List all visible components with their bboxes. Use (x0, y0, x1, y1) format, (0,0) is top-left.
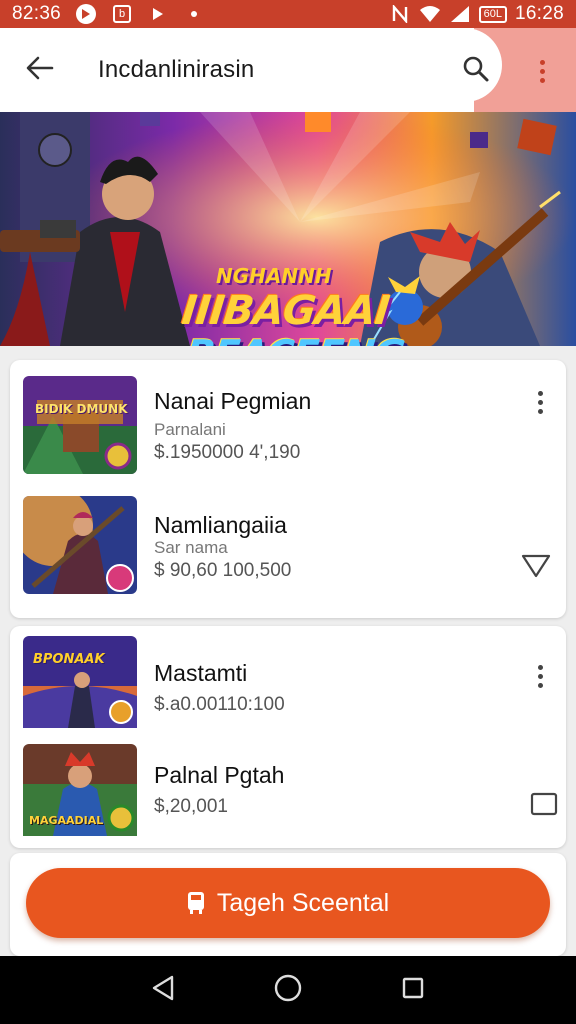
more-vert-icon (537, 664, 543, 688)
product-thumbnail[interactable]: BIDIK DMUNK (23, 376, 137, 474)
wifi-icon (419, 4, 441, 24)
nav-home-button[interactable] (268, 970, 308, 1010)
more-vert-icon (537, 390, 543, 414)
nav-back-icon (150, 974, 176, 1007)
item-menu-button[interactable] (522, 658, 558, 694)
system-nav-bar (0, 956, 576, 1024)
thumbnail-label: BIDIK DMUNK (35, 402, 128, 416)
product-subtitle: Parnalani (154, 420, 226, 439)
list-item[interactable]: MAGAADIAL Palnal Pgtah $,20,001 (22, 744, 558, 844)
status-time: 82:36 (12, 3, 62, 24)
search-button[interactable] (455, 50, 497, 92)
note-icon: b (111, 4, 133, 24)
product-card: BIDIK DMUNK Nanai Pegmian Parnalani $.19… (10, 360, 566, 618)
select-checkbox[interactable] (526, 788, 562, 824)
nfc-icon (389, 4, 411, 24)
play-icon (147, 4, 169, 24)
signal-icon (449, 4, 471, 24)
battery-icon: 60L (478, 5, 507, 23)
list-item[interactable]: Namliangaiia Sar nama $ 90,60 100,500 (22, 496, 552, 596)
triangle-down-icon (520, 553, 552, 584)
checkbox-icon (530, 792, 558, 821)
product-name: Namliangaiia (154, 512, 287, 538)
list-item[interactable]: BIDIK DMUNK Nanai Pegmian Parnalani $.19… (22, 376, 552, 476)
list-item[interactable]: BPONAAK Mastamti $.a0.00110:100 (22, 636, 552, 736)
nav-home-icon (273, 973, 303, 1008)
banner-title-line-1: IIIBAGAAI (179, 288, 392, 334)
status-bar: 82:36 b 60L 16:28 (0, 0, 576, 28)
product-name: Nanai Pegmian (154, 388, 312, 414)
overflow-menu-button[interactable] (522, 50, 562, 92)
product-thumbnail[interactable]: BPONAAK (23, 636, 137, 734)
banner-title-top: NGHANNH (216, 264, 332, 288)
status-clock: 16:28 (514, 3, 564, 24)
more-vert-icon (539, 59, 545, 83)
thumbnail-label: MAGAADIAL (29, 814, 104, 827)
primary-action-label: Tageh Sceental (216, 888, 390, 917)
nav-recents-icon (401, 976, 425, 1005)
item-menu-button[interactable] (522, 384, 558, 420)
record-icon (75, 4, 97, 24)
back-button[interactable] (18, 48, 62, 92)
dot-icon (183, 4, 205, 24)
nav-recents-button[interactable] (393, 970, 433, 1010)
product-price: $.1950000 4',190 (154, 442, 301, 463)
product-thumbnail[interactable]: MAGAADIAL (23, 744, 137, 842)
product-price: $,20,001 (154, 796, 228, 817)
nav-back-button[interactable] (143, 970, 183, 1010)
promo-banner[interactable]: NGHANNH IIIBAGAAI BEACEENG (0, 112, 576, 346)
product-name: Mastamti (154, 660, 248, 686)
product-card: BPONAAK Mastamti $.a0.00110:100 MAGAADIA… (10, 626, 566, 848)
page-title: Incdanlinirasin (98, 56, 255, 83)
product-price: $.a0.00110:100 (154, 694, 285, 715)
thumbnail-label: BPONAAK (33, 652, 105, 667)
product-thumbnail[interactable] (23, 496, 137, 594)
product-price: $ 90,60 100,500 (154, 560, 292, 581)
search-icon (462, 55, 490, 88)
banner-title-line-2: BEACEENG (184, 332, 407, 346)
primary-action-button[interactable]: Tageh Sceental (26, 868, 550, 938)
arrow-left-icon (26, 56, 54, 85)
product-subtitle: Sar nama (154, 538, 228, 557)
expand-button[interactable] (518, 550, 554, 586)
product-name: Palnal Pgtah (154, 762, 285, 788)
bus-icon (187, 891, 205, 915)
